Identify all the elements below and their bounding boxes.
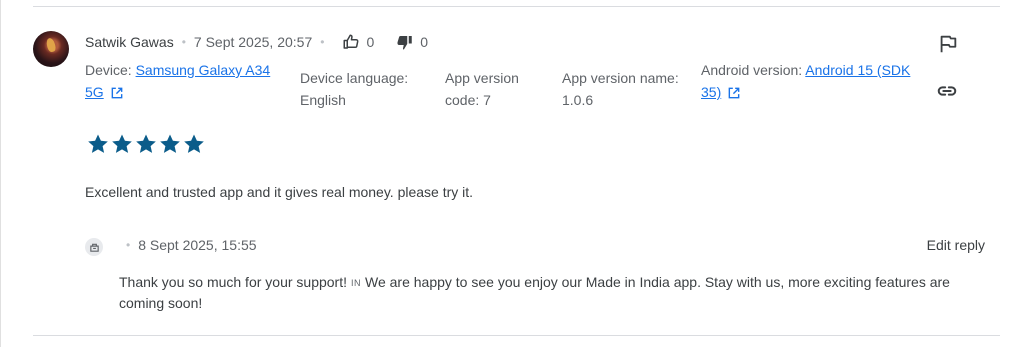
reply-text-start: Thank you so much for your support! — [119, 274, 347, 290]
version-code-value: code: 7 — [445, 92, 491, 108]
india-flag-icon: IN — [351, 278, 361, 288]
thumbs-down-icon — [397, 36, 412, 50]
thumbs-down-button[interactable] — [396, 33, 414, 51]
review-date: 7 Sept 2025, 20:57 — [193, 34, 313, 50]
developer-icon — [85, 238, 103, 256]
flag-icon[interactable] — [937, 33, 959, 55]
android-label: Android version: — [701, 62, 806, 78]
divider-top — [33, 6, 1000, 7]
android-link-continued[interactable]: 35) — [701, 84, 721, 100]
version-name-label: App version name: — [562, 70, 679, 86]
reply-meta: • 8 Sept 2025, 15:55 — [126, 237, 257, 253]
android-version-field: Android version: Android 15 (SDK 35) — [701, 59, 926, 103]
open-in-new-icon[interactable] — [727, 86, 741, 100]
edit-reply-button[interactable]: Edit reply — [927, 237, 985, 253]
review-text: Excellent and trusted app and it gives r… — [85, 184, 474, 200]
language-value: English — [300, 92, 346, 108]
review-meta: Satwik Gawas • 7 Sept 2025, 20:57 • 0 0 — [85, 32, 428, 52]
android-link[interactable]: Android 15 (SDK — [805, 62, 910, 78]
language-field: Device language: English — [300, 67, 440, 111]
device-link[interactable]: Samsung Galaxy A34 — [136, 62, 271, 78]
thumbs-up-icon — [343, 34, 359, 49]
star-icon — [88, 134, 108, 153]
device-field: Device: Samsung Galaxy A34 5G — [85, 59, 285, 103]
star-rating — [86, 132, 206, 156]
separator-dot: • — [126, 238, 131, 252]
version-code-label: App version — [445, 70, 519, 86]
version-code-field: App version code: 7 — [445, 67, 555, 111]
star-icon — [112, 134, 132, 153]
open-in-new-icon[interactable] — [110, 86, 124, 100]
device-link-continued[interactable]: 5G — [85, 84, 104, 100]
version-name-field: App version name: 1.0.6 — [562, 67, 697, 111]
thumbs-up-button[interactable] — [342, 33, 360, 51]
author-name: Satwik Gawas — [85, 34, 174, 50]
device-label: Device: — [85, 62, 136, 78]
reply-text: Thank you so much for your support! IN We … — [119, 272, 979, 313]
star-icon — [136, 134, 156, 153]
separator-dot: • — [320, 35, 325, 49]
divider-bottom — [33, 335, 1000, 336]
reply-date: 8 Sept 2025, 15:55 — [138, 237, 257, 253]
thumbs-up-count: 0 — [366, 34, 375, 50]
thumbs-down-count: 0 — [420, 34, 429, 50]
separator-dot: • — [181, 35, 186, 49]
star-icon — [184, 134, 204, 153]
link-icon[interactable] — [935, 80, 959, 102]
avatar — [33, 31, 69, 67]
left-border — [0, 0, 1, 347]
version-name-value: 1.0.6 — [562, 92, 594, 108]
star-icon — [160, 134, 180, 153]
language-label: Device language: — [300, 70, 409, 86]
